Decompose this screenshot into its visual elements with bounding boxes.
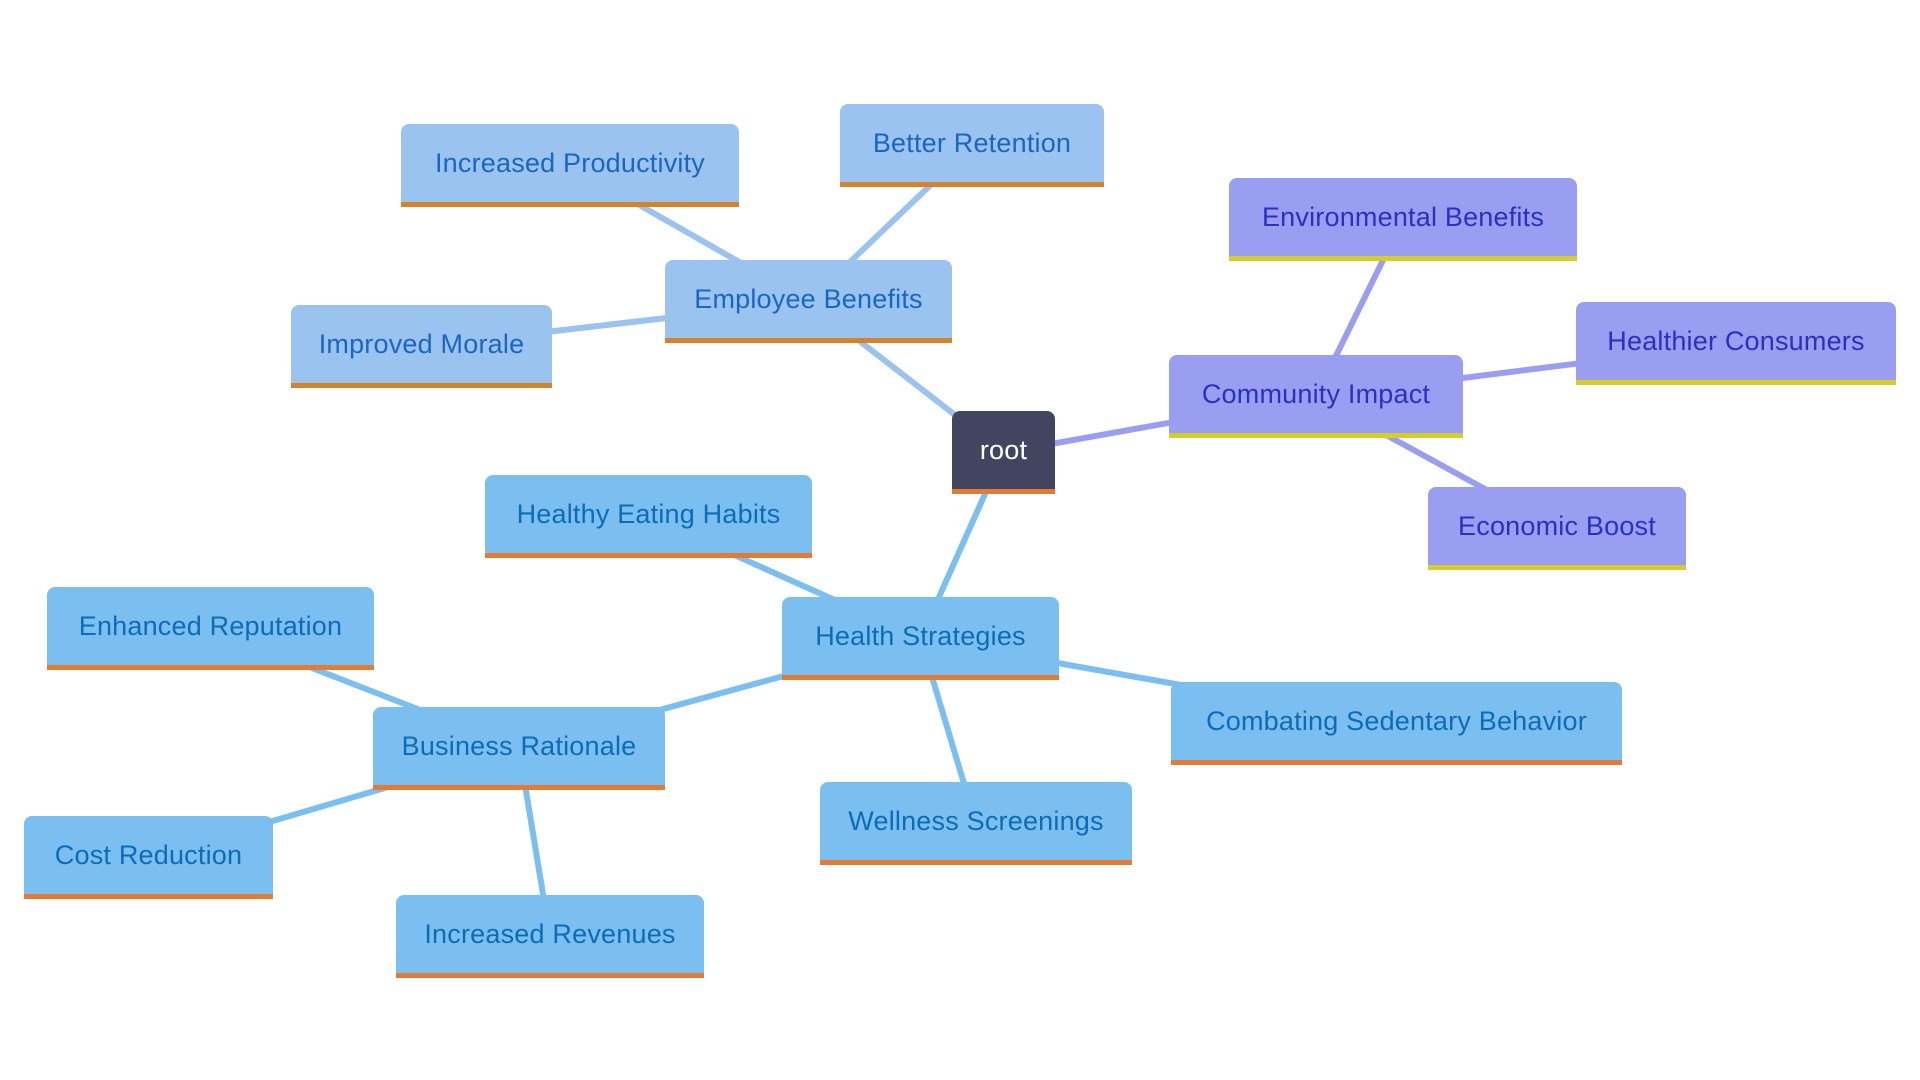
node-healthy-eating-habits[interactable]: Healthy Eating Habits	[485, 475, 812, 558]
node-health-strategies[interactable]: Health Strategies	[782, 597, 1059, 680]
node-label: Healthy Eating Habits	[516, 498, 781, 529]
node-label: Increased Revenues	[424, 918, 676, 949]
node-environmental-benefits[interactable]: Environmental Benefits	[1229, 178, 1577, 261]
node-healthier-consumers[interactable]: Healthier Consumers	[1576, 302, 1896, 385]
node-label: Better Retention	[872, 127, 1072, 158]
node-increased-productivity[interactable]: Increased Productivity	[401, 124, 739, 207]
node-label: Community Impact	[1201, 378, 1431, 409]
node-cost-reduction[interactable]: Cost Reduction	[24, 816, 273, 899]
node-economic-boost[interactable]: Economic Boost	[1428, 487, 1686, 570]
node-wellness-screenings[interactable]: Wellness Screenings	[820, 782, 1132, 865]
node-label: Employee Benefits	[694, 283, 923, 314]
node-label: Wellness Screenings	[848, 805, 1104, 836]
node-community-impact[interactable]: Community Impact	[1169, 355, 1463, 438]
node-label: Environmental Benefits	[1261, 201, 1545, 232]
node-label: Cost Reduction	[54, 839, 243, 870]
node-label: Increased Productivity	[434, 147, 706, 178]
node-label: Improved Morale	[318, 328, 525, 359]
node-employee-benefits[interactable]: Employee Benefits	[665, 260, 952, 343]
node-combating-sedentary-behavior[interactable]: Combating Sedentary Behavior	[1171, 682, 1622, 765]
mindmap-canvas: root Employee Benefits Increased Product…	[0, 0, 1920, 1080]
node-label: Economic Boost	[1458, 510, 1656, 541]
node-label: Healthier Consumers	[1607, 325, 1865, 356]
node-business-rationale[interactable]: Business Rationale	[373, 707, 665, 790]
node-better-retention[interactable]: Better Retention	[840, 104, 1104, 187]
node-label: Health Strategies	[815, 620, 1026, 651]
node-label: Business Rationale	[401, 730, 637, 761]
node-root[interactable]: root	[952, 411, 1055, 494]
node-label: Combating Sedentary Behavior	[1206, 705, 1587, 736]
node-improved-morale[interactable]: Improved Morale	[291, 305, 552, 388]
node-label: Enhanced Reputation	[78, 610, 343, 641]
node-enhanced-reputation[interactable]: Enhanced Reputation	[47, 587, 374, 670]
node-increased-revenues[interactable]: Increased Revenues	[396, 895, 704, 978]
node-label: root	[979, 434, 1028, 465]
